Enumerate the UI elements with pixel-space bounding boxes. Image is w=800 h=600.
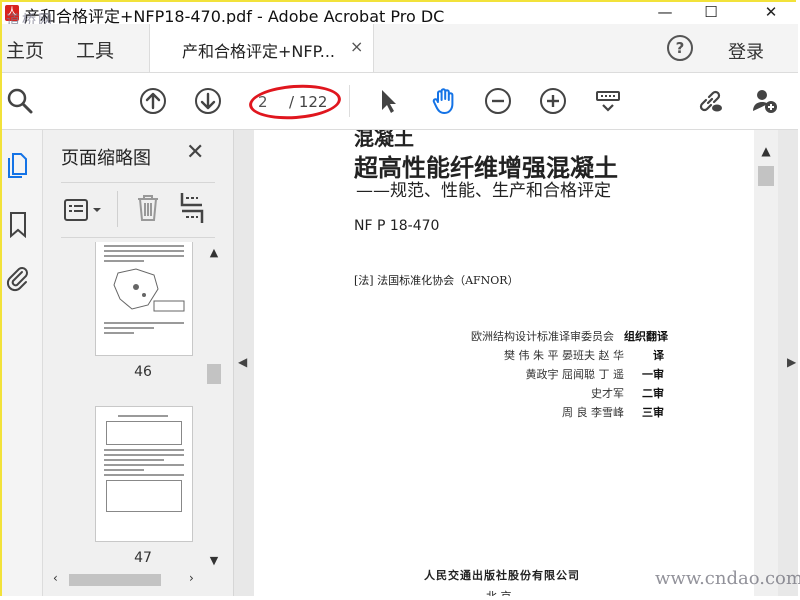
help-icon[interactable]: ?: [667, 35, 693, 61]
thumbnail-horizontal-scrollbar[interactable]: ‹ ›: [51, 571, 203, 589]
hand-tool-icon[interactable]: [430, 87, 458, 115]
collapse-left-panel-arrow[interactable]: ◀: [238, 355, 247, 369]
thumbnail-table: [106, 480, 182, 512]
credit-row: 黄政宇 屈闻聪 丁 遥一审: [525, 368, 665, 381]
crop-pages-icon[interactable]: [177, 191, 207, 225]
options-menu-icon[interactable]: [63, 197, 103, 223]
close-window-button[interactable]: ✕: [748, 2, 794, 24]
credit-row: 欧洲结构设计标准译审委员会 组织翻译: [471, 330, 668, 343]
page-display-icon[interactable]: [594, 87, 622, 115]
add-user-icon[interactable]: [751, 87, 779, 115]
zoom-out-icon[interactable]: [484, 87, 512, 115]
zoom-in-icon[interactable]: [539, 87, 567, 115]
tab-bar: 主页 工具 产和合格评定+NFP... × ? 登录: [2, 24, 798, 73]
thumbnail-table: [106, 421, 182, 445]
map-figure-icon: [113, 268, 185, 312]
tab-home[interactable]: 主页: [6, 36, 44, 63]
next-page-icon[interactable]: [194, 87, 222, 115]
title-bar: 人 产和合格评定+NFP18-470.pdf - Adobe Acrobat P…: [2, 2, 798, 26]
credit-row: 周 良 李雪峰 三审: [562, 406, 664, 419]
login-button[interactable]: 登录: [728, 38, 764, 64]
publisher-name: 人民交通出版社股份有限公司: [424, 569, 580, 582]
minimize-button[interactable]: —: [642, 2, 688, 24]
thumbnail-page-number: 47: [134, 550, 152, 566]
standard-number: NF P 18-470: [354, 218, 440, 234]
collapse-right-panel-arrow[interactable]: ▶: [787, 355, 796, 369]
document-page: 混凝土 超高性能纤维增强混凝土 ——规范、性能、生产和合格评定 NF P 18-…: [254, 130, 754, 596]
panel-title: 页面缩略图: [61, 148, 151, 169]
close-panel-icon[interactable]: ✕: [186, 140, 204, 165]
scrollbar-thumb[interactable]: [207, 364, 221, 384]
maximize-button[interactable]: ☐: [688, 2, 734, 24]
tab-tools[interactable]: 工具: [76, 36, 114, 63]
highlight-ellipse: [247, 81, 343, 123]
credit-row: 史才军 二审: [591, 387, 664, 400]
document-tab-label: 产和合格评定+NFP...: [182, 42, 335, 61]
search-icon[interactable]: [6, 87, 34, 115]
scroll-left-arrow[interactable]: ‹: [53, 571, 58, 585]
tab-document[interactable]: 产和合格评定+NFP... ×: [149, 24, 374, 72]
scroll-down-arrow[interactable]: ▼: [205, 554, 223, 567]
publisher-city: 北 京: [486, 588, 512, 596]
thumbnails-panel: 页面缩略图 ✕ 46 47 ▲ ▼ ‹ ›: [43, 130, 234, 596]
share-link-icon[interactable]: [696, 87, 724, 115]
thumbnail-vertical-scrollbar[interactable]: ▲ ▼: [205, 242, 223, 570]
trash-icon[interactable]: [135, 193, 161, 223]
toolbar-divider: [349, 85, 350, 117]
previous-page-icon[interactable]: [139, 87, 167, 115]
thumbnail-page-number: 46: [134, 364, 152, 380]
scroll-up-arrow[interactable]: ▲: [754, 144, 778, 158]
document-vertical-scrollbar[interactable]: ▲: [754, 130, 778, 596]
author-organization: [法] 法国标准化协会（AFNOR）: [354, 274, 519, 287]
main-toolbar: 2 / 122: [2, 73, 798, 130]
left-rail: [2, 130, 43, 596]
document-viewport[interactable]: ◀ 混凝土 超高性能纤维增强混凝土 ——规范、性能、生产和合格评定 NF P 1…: [234, 130, 798, 596]
page-thumbnail[interactable]: [95, 406, 193, 542]
scrollbar-thumb[interactable]: [69, 574, 161, 586]
page-thumbnails-icon[interactable]: [6, 150, 30, 178]
page-thumbnail[interactable]: [95, 242, 193, 356]
bookmarks-icon[interactable]: [6, 210, 30, 239]
panel-toolbar-divider: [117, 191, 118, 227]
close-tab-button[interactable]: ×: [350, 37, 363, 56]
panel-toolbar: [61, 182, 215, 238]
select-cursor-icon[interactable]: [374, 87, 402, 115]
scroll-right-arrow[interactable]: ›: [189, 571, 194, 585]
scroll-up-arrow[interactable]: ▲: [205, 246, 223, 259]
thumbnail-list: 46 47: [43, 242, 203, 572]
credit-row: 樊 伟 朱 平 晏班夫 赵 华译: [504, 349, 664, 362]
document-subtitle: ——规范、性能、生产和合格评定: [356, 181, 611, 201]
attachments-icon[interactable]: [6, 264, 30, 292]
watermark-bottom-right: www.cndao.com: [655, 568, 800, 589]
scrollbar-thumb[interactable]: [758, 166, 774, 186]
